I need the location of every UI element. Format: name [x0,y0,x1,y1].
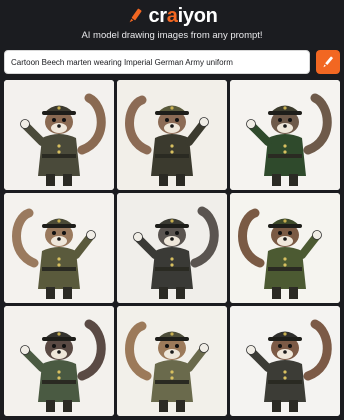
brand-name-part: iyon [177,4,218,27]
generated-image[interactable] [4,306,114,416]
prompt-bar: Cartoon Beech marten wearing Imperial Ge… [4,50,340,76]
generated-image[interactable] [4,80,114,190]
prompt-input[interactable]: Cartoon Beech marten wearing Imperial Ge… [4,50,310,74]
generated-image[interactable] [117,193,227,303]
generated-image-art [230,193,340,303]
generated-image[interactable] [230,193,340,303]
generated-image-art [4,193,114,303]
brand-name-accent: a [166,4,178,27]
craiyon-page: craiyon AI model drawing images from any… [0,0,344,420]
generated-image-art [117,193,227,303]
tagline: AI model drawing images from any prompt! [81,30,263,41]
generated-image-art [4,80,114,190]
generated-image[interactable] [117,306,227,416]
brand-logo[interactable]: craiyon [0,4,344,28]
generated-image-art [230,80,340,190]
brand-name-part: cr [148,4,167,27]
generated-image[interactable] [230,306,340,416]
generated-image[interactable] [230,80,340,190]
generated-image-art [117,306,227,416]
generated-image[interactable] [4,193,114,303]
brand-name: craiyon [148,5,217,28]
pencil-icon [323,56,333,68]
generated-image-art [230,306,340,416]
generated-image-art [4,306,114,416]
image-grid [4,80,340,418]
draw-button[interactable] [316,50,340,74]
pencil-icon [130,8,142,23]
generated-image-art [117,80,227,190]
generated-image[interactable] [117,80,227,190]
